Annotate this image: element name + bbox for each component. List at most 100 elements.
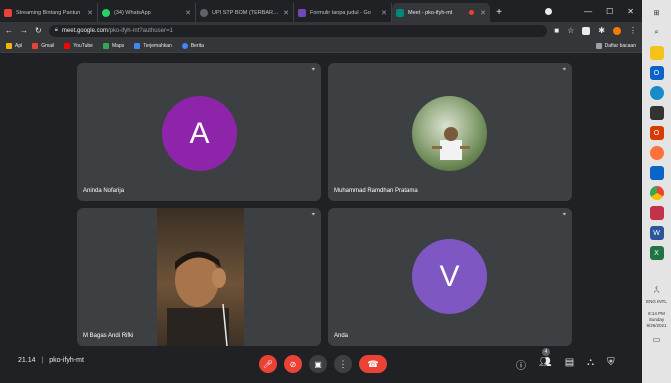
tab-strip: Streaming Bintang Pantun ✕ (34) WhatsApp… <box>0 0 642 22</box>
camera-indicator-icon[interactable]: ■ <box>554 26 559 35</box>
close-icon[interactable]: ✕ <box>480 9 486 17</box>
lock-icon: 🔒︎ <box>54 27 58 33</box>
close-window-icon[interactable]: ✕ <box>627 7 634 16</box>
tab-label: Streaming Bintang Pantun <box>16 9 81 16</box>
bookmark-youtube[interactable]: YouTube <box>64 42 93 49</box>
recording-icon <box>469 10 475 15</box>
bookmark-maps[interactable]: Maps <box>102 42 124 49</box>
profile-icon[interactable] <box>545 7 553 15</box>
address-host: meet.google.com <box>61 27 108 34</box>
forward-icon[interactable]: → <box>20 26 28 35</box>
language-indicator[interactable]: ENG INTL <box>642 299 671 305</box>
chat-icon[interactable]: ▤ <box>565 357 574 372</box>
chrome-icon[interactable] <box>649 186 664 200</box>
window-controls: — ☐ ✕ <box>545 0 642 22</box>
bookmark-label: Gmail <box>41 42 55 49</box>
back-icon[interactable]: ← <box>5 26 13 35</box>
word-icon[interactable]: W <box>649 226 664 240</box>
news-icon <box>181 42 188 49</box>
bookmark-translate[interactable]: Terjemahkan <box>134 42 172 49</box>
tab-1[interactable]: Streaming Bintang Pantun ✕ <box>0 3 98 22</box>
participant-tile[interactable]: ⌖ M Bagas Andi Rifki <box>77 208 321 346</box>
close-icon[interactable]: ✕ <box>381 9 387 17</box>
activities-icon[interactable]: ⛬ <box>587 357 594 372</box>
maximize-icon[interactable]: ☐ <box>606 7 613 16</box>
network-icon[interactable]: ◠ <box>642 290 671 297</box>
camera-button[interactable]: ⊘ <box>284 355 302 373</box>
bookmark-gmail[interactable]: Gmail <box>32 42 55 49</box>
close-icon[interactable]: ✕ <box>283 9 289 17</box>
bookmark-news[interactable]: Berita <box>181 42 204 49</box>
profile-avatar-icon[interactable] <box>613 26 621 35</box>
globe-icon <box>200 8 208 17</box>
more-options-button[interactable]: ⋮ <box>334 355 352 373</box>
minimize-icon[interactable]: — <box>584 7 592 16</box>
person-photo-icon <box>432 127 470 160</box>
participant-name: Anda <box>334 333 349 339</box>
participant-video <box>157 208 244 346</box>
participant-tile[interactable]: A ⌖ Aninda Nofarija <box>77 63 321 201</box>
browser-toolbar: ← → ↻ 🔒︎ meet.google.com/pko-ifyh-mt?aut… <box>0 22 642 39</box>
tab-3[interactable]: UPI STP BOM (TERBARU) p ✕ <box>196 3 294 22</box>
mail-icon[interactable] <box>649 166 664 180</box>
people-icon[interactable]: 👥︎ 4 <box>539 348 552 372</box>
outlook-icon[interactable]: O <box>649 66 664 80</box>
pin-icon[interactable]: ⌖ <box>563 67 566 74</box>
tab-label: Meet - pko-ifyh-mt <box>408 9 453 16</box>
file-explorer-icon[interactable] <box>649 46 664 60</box>
mic-button[interactable]: 🎤︎ <box>259 355 277 373</box>
menu-icon[interactable]: ⋮ <box>629 26 637 35</box>
address-bar[interactable]: 🔒︎ meet.google.com/pko-ifyh-mt?authuser=… <box>48 24 548 37</box>
excel-icon[interactable]: X <box>649 246 664 260</box>
info-icon[interactable]: ⓘ <box>516 357 526 372</box>
youtube-icon <box>4 8 12 17</box>
toolbar-icons: ■ ☆ ✱ ⋮ <box>554 26 637 35</box>
participant-tile[interactable]: V ⌖ Anda <box>328 208 572 346</box>
bookmark-label: Apl <box>15 42 23 49</box>
windows-start-icon[interactable]: ⊞ <box>649 6 664 20</box>
notifications-icon[interactable]: ▭ <box>642 336 671 344</box>
present-screen-icon: ▣ <box>314 359 322 369</box>
avatar: A <box>162 96 237 171</box>
pin-icon[interactable]: ⌖ <box>312 212 315 219</box>
edge-icon[interactable] <box>649 86 664 100</box>
clock-date: 9/26/2021 <box>646 323 667 328</box>
tab-4[interactable]: Formulir tanpa judul - Go ✕ <box>294 3 392 22</box>
tab-2[interactable]: (34) WhatsApp ✕ <box>98 3 196 22</box>
leave-call-button[interactable]: ☎︎ <box>359 355 387 373</box>
extension-icon[interactable] <box>582 26 591 35</box>
pin-icon[interactable]: ⌖ <box>563 212 566 219</box>
bookmark-label: Terjemahkan <box>143 42 172 49</box>
reading-list[interactable]: Daftar bacaan <box>595 42 636 49</box>
store-icon[interactable] <box>649 106 664 120</box>
host-controls-icon[interactable]: ⛨ <box>607 357 615 372</box>
participant-name: Aninda Nofarija <box>83 188 125 194</box>
system-tray: ‹ ◠ ENG INTL 8:14 PM Sunday 9/26/2021 ▭ <box>642 284 671 344</box>
tab-meet[interactable]: Meet - pko-ifyh-mt ✕ <box>392 3 490 22</box>
close-icon[interactable]: ✕ <box>185 9 191 17</box>
star-icon[interactable]: ☆ <box>567 26 574 35</box>
bookmark-label: YouTube <box>73 42 93 49</box>
maps-icon <box>102 42 109 49</box>
puzzle-icon[interactable]: ✱ <box>598 26 605 35</box>
tab-label: UPI STP BOM (TERBARU) p <box>212 9 281 16</box>
pin-icon[interactable]: ⌖ <box>312 67 315 74</box>
avatar-photo <box>412 96 487 171</box>
translate-icon <box>134 42 141 49</box>
present-button[interactable]: ▣ <box>309 355 327 373</box>
participant-tile[interactable]: ⌖ Muhammad Ramdhan Pratama <box>328 63 572 201</box>
meeting-code: pko-ifyh-mt <box>49 357 84 364</box>
firefox-icon[interactable] <box>649 146 664 160</box>
close-icon[interactable]: ✕ <box>87 9 93 17</box>
meet-icon <box>396 8 404 17</box>
bookmark-apps[interactable]: Apl <box>6 42 23 49</box>
youtube-icon <box>64 42 71 49</box>
gmail-icon <box>32 42 39 49</box>
right-controls: ⓘ 👥︎ 4 ▤ ⛬ ⛨ <box>516 348 615 372</box>
new-tab-button[interactable]: + <box>490 3 508 22</box>
search-icon[interactable]: ⌕ <box>649 26 664 40</box>
office-icon[interactable]: O <box>649 126 664 140</box>
whatsapp-icon <box>102 8 110 17</box>
photos-icon[interactable] <box>649 206 664 220</box>
reload-icon[interactable]: ↻ <box>35 26 42 35</box>
